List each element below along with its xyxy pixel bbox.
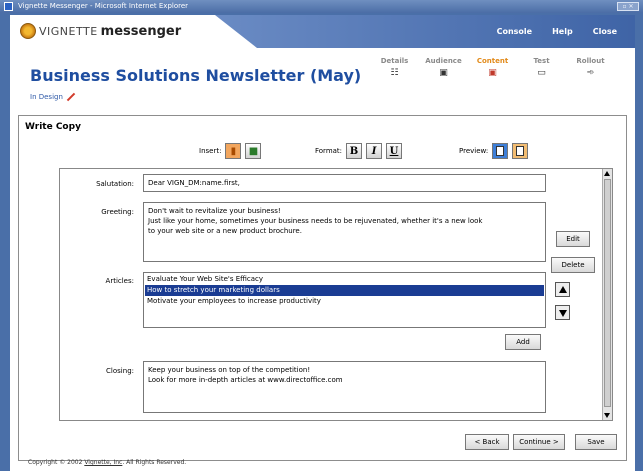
insert-text-button[interactable]: ▮	[225, 143, 242, 159]
bold-button[interactable]: B	[346, 143, 363, 159]
continue-button[interactable]: Continue >	[513, 434, 565, 450]
vertical-scrollbar[interactable]	[602, 169, 612, 420]
preview-label: Preview:	[459, 147, 489, 155]
details-icon: ☷	[390, 68, 399, 78]
format-tools: Format: B I U	[315, 143, 403, 159]
status-text: In Design	[30, 93, 63, 101]
preview-text-button[interactable]	[512, 143, 529, 159]
status-label: In Design	[30, 92, 76, 102]
step-label: Details	[380, 57, 409, 65]
insert-image-button[interactable]: ■	[245, 143, 262, 159]
vignette-mark-icon	[20, 23, 36, 39]
step-label: Audience	[425, 57, 462, 65]
vignette-logo: VIGNETTE messenger	[20, 23, 181, 39]
scroll-up-icon[interactable]	[604, 171, 610, 176]
save-button[interactable]: Save	[575, 434, 617, 450]
articles-list[interactable]: Evaluate Your Web Site's Efficacy How to…	[143, 272, 546, 328]
closing-label: Closing:	[106, 367, 134, 375]
window-titlebar: Vignette Messenger - Microsoft Internet …	[0, 0, 643, 13]
content-icon: ▣	[488, 68, 497, 78]
page-title: Business Solutions Newsletter (May)	[30, 66, 362, 85]
header-band: VIGNETTE messenger Console Help Close	[10, 15, 635, 48]
copyright: Copyright © 2002 Vignette, Inc. All Righ…	[28, 459, 186, 466]
copy-editor-area: Salutation: Dear VIGN_DM:name.first, Gre…	[59, 168, 613, 421]
add-button[interactable]: Add	[505, 334, 541, 350]
closing-field[interactable]: Keep your business on top of the competi…	[143, 361, 546, 413]
company-link[interactable]: Vignette, Inc	[84, 459, 122, 466]
underline-button[interactable]: U	[386, 143, 403, 159]
top-nav: Console Help Close	[497, 27, 617, 36]
step-label: Test	[533, 57, 550, 65]
move-down-button[interactable]	[555, 305, 570, 320]
step-details[interactable]: Details ☷	[370, 57, 419, 78]
delete-button[interactable]: Delete	[551, 257, 595, 273]
help-link[interactable]: Help	[552, 27, 573, 36]
step-nav: Details ☷ Audience ▣ Content ▣ Test ▭ Ro…	[370, 57, 615, 78]
step-label: Rollout	[576, 57, 605, 65]
articles-label: Articles:	[105, 277, 134, 285]
article-item-selected[interactable]: How to stretch your marketing dollars	[145, 285, 544, 296]
console-link[interactable]: Console	[497, 27, 533, 36]
insert-tools: Insert: ▮ ■	[199, 143, 262, 159]
preview-tools: Preview:	[459, 143, 529, 159]
step-rollout[interactable]: Rollout ➾	[566, 57, 615, 78]
article-item[interactable]: Motivate your employees to increase prod…	[145, 296, 544, 307]
back-button[interactable]: < Back	[465, 434, 509, 450]
insert-text-icon: ▮	[230, 145, 237, 157]
preview-html-icon	[496, 146, 505, 156]
write-copy-panel: Write Copy Insert: ▮ ■ Format: B I U Pre…	[18, 115, 627, 461]
scroll-down-icon[interactable]	[604, 413, 610, 418]
salutation-label: Salutation:	[96, 180, 134, 188]
close-link[interactable]: Close	[593, 27, 617, 36]
insert-label: Insert:	[199, 147, 222, 155]
insert-image-icon: ■	[248, 145, 259, 157]
italic-button[interactable]: I	[366, 143, 383, 159]
copyright-post: . All Rights Reserved.	[122, 459, 187, 466]
app-frame: VIGNETTE messenger Console Help Close Bu…	[10, 15, 635, 471]
pencil-icon	[66, 92, 76, 102]
brand-part1: VIGNETTE	[39, 24, 98, 38]
closing-line: Keep your business on top of the competi…	[148, 366, 311, 374]
greeting-line: to your web site or a new product brochu…	[148, 227, 302, 235]
preview-text-icon	[516, 146, 525, 156]
greeting-label: Greeting:	[101, 208, 134, 216]
step-label: Content	[476, 57, 509, 65]
test-icon: ▭	[537, 68, 546, 78]
arrow-down-icon	[559, 310, 567, 317]
rollout-icon: ➾	[586, 68, 595, 78]
salutation-field[interactable]: Dear VIGN_DM:name.first,	[143, 174, 546, 192]
window-controls[interactable]: ▫ ✕	[617, 2, 639, 11]
window-title: Vignette Messenger - Microsoft Internet …	[18, 2, 189, 10]
article-item[interactable]: Evaluate Your Web Site's Efficacy	[145, 274, 544, 285]
edit-button[interactable]: Edit	[556, 231, 590, 247]
closing-line: Look for more in-depth articles at www.d…	[148, 376, 343, 384]
ie-icon	[4, 2, 13, 11]
arrow-up-icon	[559, 286, 567, 293]
greeting-line: Just like your home, sometimes your busi…	[148, 217, 483, 225]
step-content[interactable]: Content ▣	[468, 57, 517, 78]
step-test[interactable]: Test ▭	[517, 57, 566, 78]
move-up-button[interactable]	[555, 282, 570, 297]
audience-icon: ▣	[439, 68, 448, 78]
format-label: Format:	[315, 147, 343, 155]
copyright-pre: Copyright © 2002	[28, 459, 85, 466]
panel-title: Write Copy	[25, 122, 81, 132]
preview-html-button[interactable]	[492, 143, 509, 159]
greeting-line: Don't wait to revitalize your business!	[148, 207, 281, 215]
greeting-field[interactable]: Don't wait to revitalize your business! …	[143, 202, 546, 262]
step-audience[interactable]: Audience ▣	[419, 57, 468, 78]
scrollbar-thumb[interactable]	[604, 179, 611, 407]
salutation-value: Dear VIGN_DM:name.first,	[148, 179, 240, 187]
brand-part2: messenger	[100, 23, 182, 39]
